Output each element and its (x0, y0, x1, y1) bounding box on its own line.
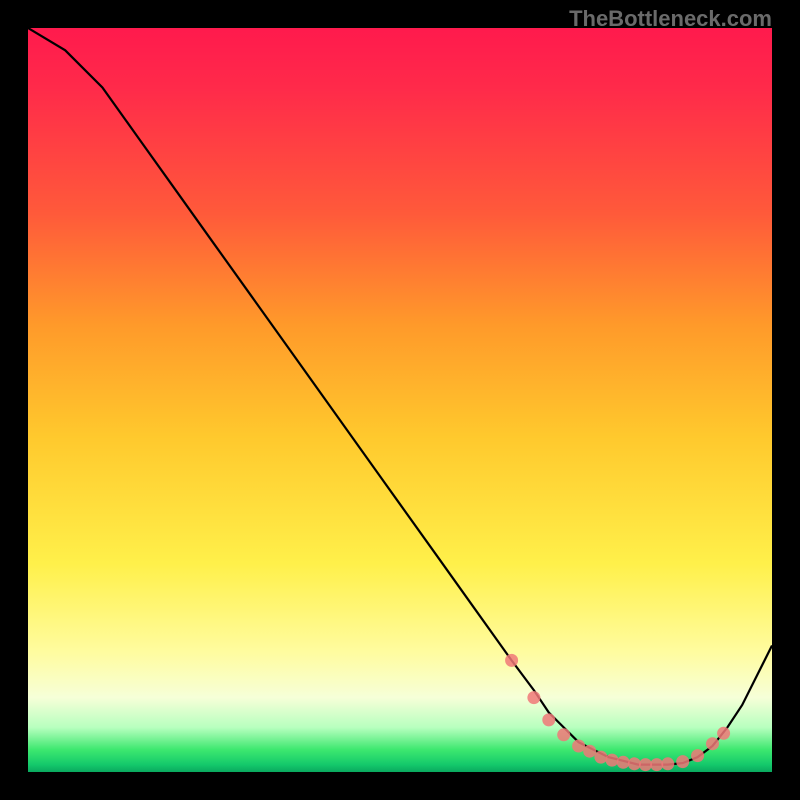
chart-dot (628, 757, 641, 770)
chart-dot (706, 737, 719, 750)
chart-dot (583, 745, 596, 758)
chart-dot (542, 713, 555, 726)
watermark-text: TheBottleneck.com (569, 6, 772, 32)
chart-svg (28, 28, 772, 772)
chart-dot (676, 755, 689, 768)
chart-dot (572, 740, 585, 753)
chart-dot (661, 757, 674, 770)
chart-dot (527, 691, 540, 704)
chart-dot-markers (505, 654, 730, 771)
chart-dot (557, 728, 570, 741)
chart-dot (617, 756, 630, 769)
chart-dot (639, 758, 652, 771)
chart-dot (717, 727, 730, 740)
chart-plot-area (28, 28, 772, 772)
chart-dot (606, 754, 619, 767)
chart-dot (505, 654, 518, 667)
chart-dot (691, 749, 704, 762)
chart-curve-line (28, 28, 772, 765)
chart-dot (650, 758, 663, 771)
chart-dot (594, 751, 607, 764)
